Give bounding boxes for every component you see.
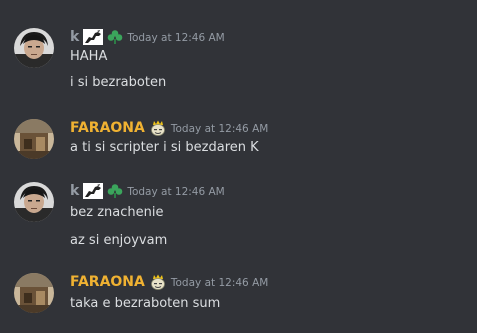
username[interactable]: k — [70, 28, 79, 46]
crowned-face-icon[interactable] — [149, 274, 167, 290]
horse-emblem-icon[interactable] — [83, 183, 104, 199]
message-timestamp[interactable]: Today at 12:46 AM — [171, 120, 268, 138]
chat-message-list: k Today at 12:46 AM HAHA i si bezraboten — [0, 0, 477, 333]
message-header: k Today at 12:46 AM — [70, 28, 225, 46]
message-timestamp[interactable]: Today at 12:46 AM — [127, 29, 224, 47]
message-text: i si bezraboten — [70, 75, 167, 90]
avatar[interactable] — [14, 273, 54, 313]
message-text: taka e bezraboten sum — [70, 296, 221, 311]
message-header: k Today at 12:46 AM — [70, 182, 225, 200]
horse-emblem-icon[interactable] — [83, 29, 104, 45]
message-header: FARAONA Today at 12:46 AM — [70, 273, 268, 291]
message-text: az si enjoyvam — [70, 233, 168, 248]
message-header: FARAONA Today at 12:46 AM — [70, 119, 268, 137]
username[interactable]: FARAONA — [70, 273, 145, 291]
message-text: a ti si scripter i si bezdaren K — [70, 140, 259, 155]
avatar[interactable] — [14, 182, 54, 222]
crowned-face-icon[interactable] — [149, 120, 167, 136]
green-clover-icon[interactable] — [107, 29, 123, 45]
message-text: HAHA — [70, 49, 108, 64]
message-text: bez znachenie — [70, 205, 164, 220]
avatar[interactable] — [14, 28, 54, 68]
username[interactable]: FARAONA — [70, 119, 145, 137]
avatar[interactable] — [14, 119, 54, 159]
message-timestamp[interactable]: Today at 12:46 AM — [127, 183, 224, 201]
username[interactable]: k — [70, 182, 79, 200]
message-timestamp[interactable]: Today at 12:46 AM — [171, 274, 268, 292]
green-clover-icon[interactable] — [107, 183, 123, 199]
